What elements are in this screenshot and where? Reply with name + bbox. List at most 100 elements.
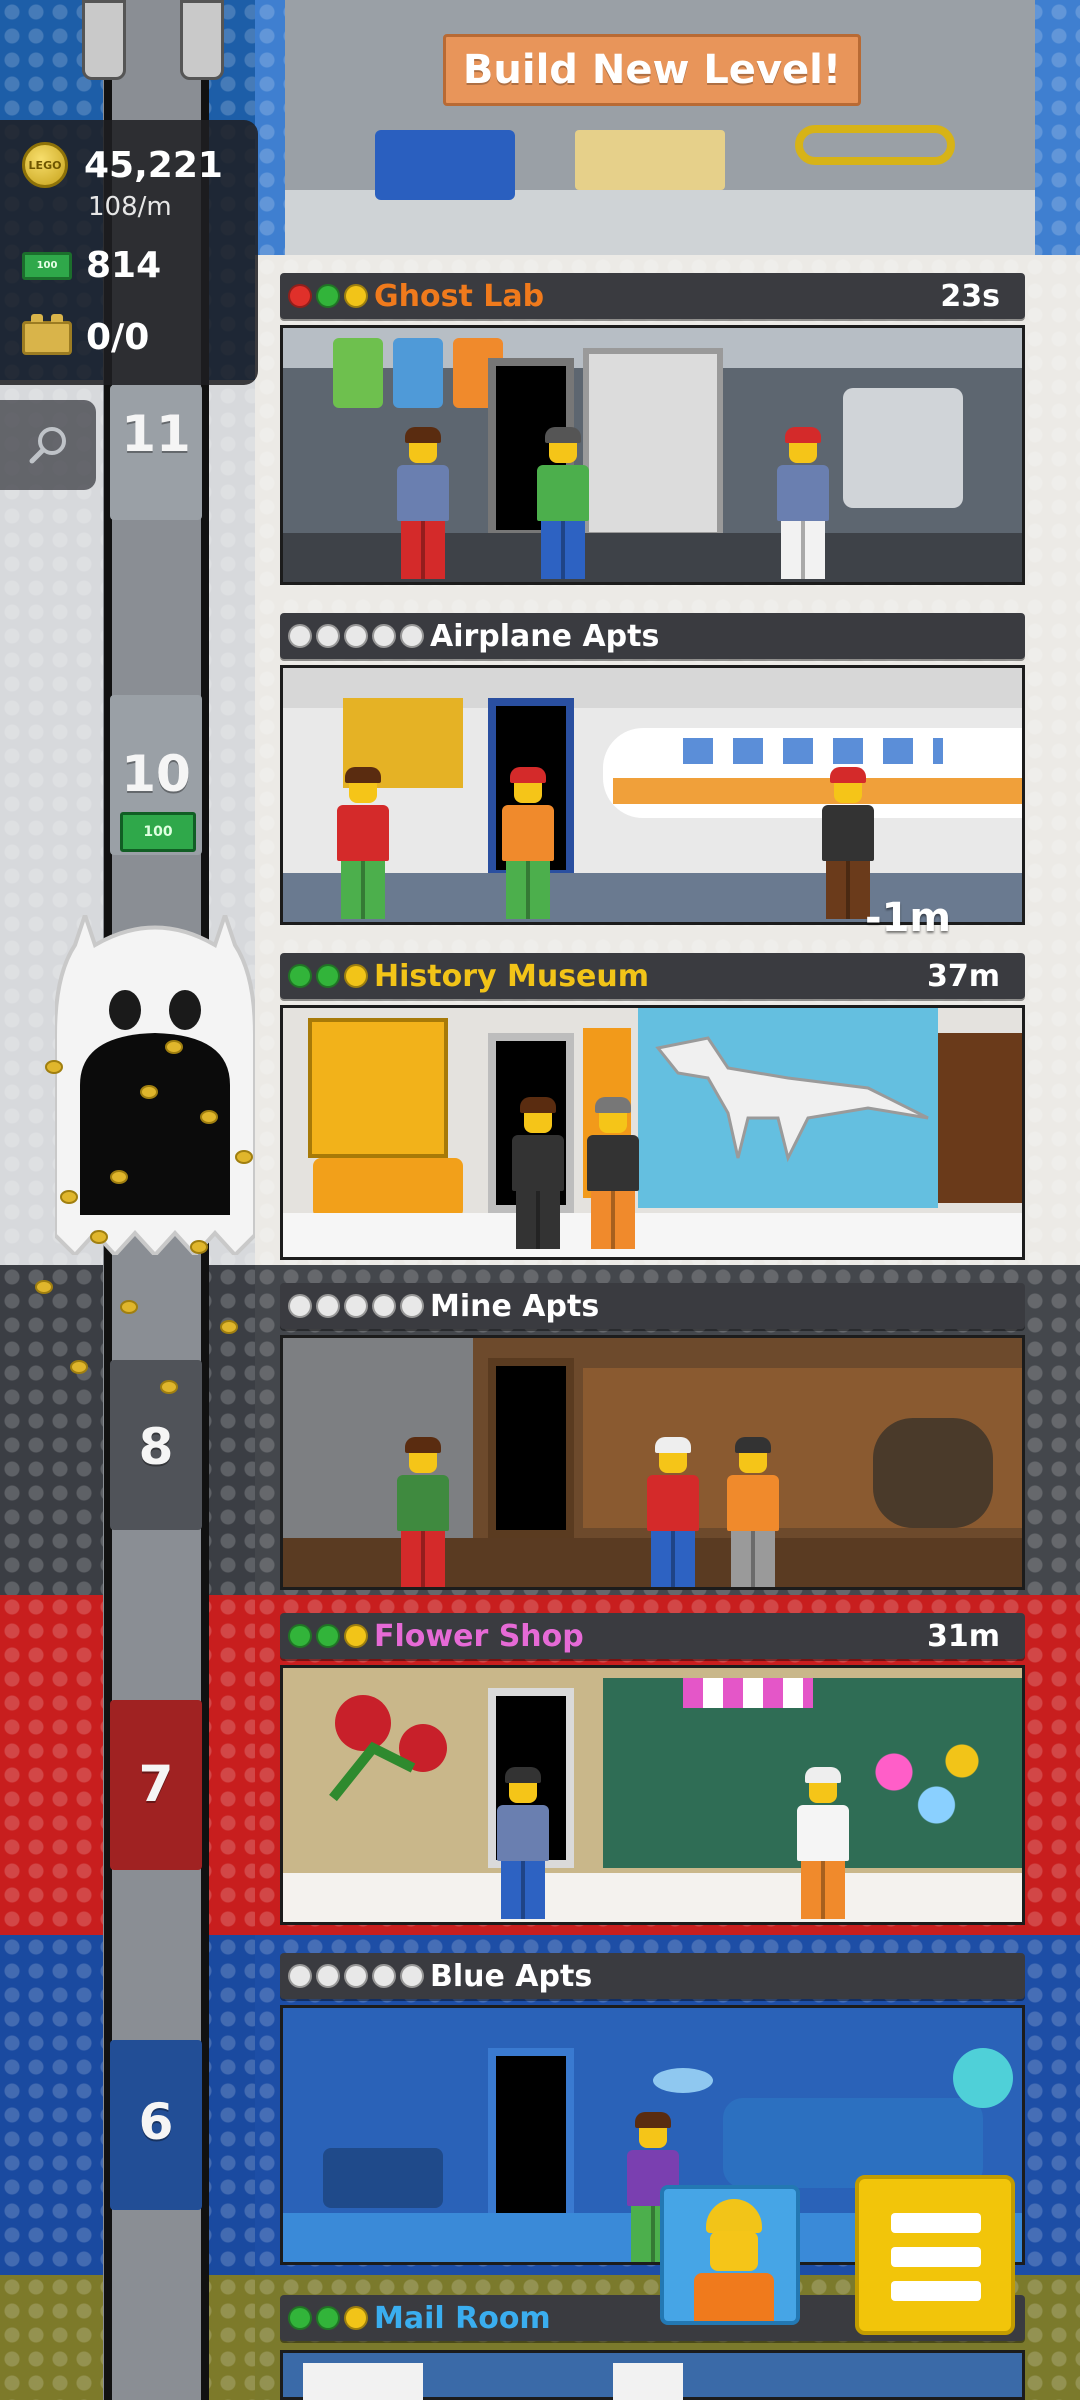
star-dot-empty-icon [288, 1964, 312, 1988]
falling-coin-icon [165, 1040, 183, 1054]
minifig[interactable] [498, 767, 558, 922]
coin-rate: 108/m [88, 192, 172, 222]
star-dot-green-icon [288, 964, 312, 988]
floor-banner[interactable]: Ghost Lab 23s [280, 273, 1025, 319]
floor-history-museum[interactable]: History Museum 37m [255, 935, 1080, 1265]
coin-counter: LEGO 45,221 [22, 142, 223, 188]
room-interior [280, 325, 1025, 585]
falling-coin-icon [110, 1170, 128, 1184]
coin-amount: 45,221 [84, 144, 223, 186]
floor-name: Flower Shop [374, 1618, 584, 1654]
floor-banner[interactable]: Airplane Apts [280, 613, 1025, 659]
star-rating [288, 1294, 424, 1318]
reception-desk-icon [313, 1158, 463, 1218]
floor-banner[interactable]: History Museum 37m [280, 953, 1025, 999]
game-scene: 11 10 100 8 7 6 Build New Level! Ghost L… [0, 0, 1080, 2400]
minifig[interactable] [643, 1437, 703, 1587]
room-door [488, 1358, 574, 1538]
ghost-machine-icon [843, 388, 963, 508]
star-dot-green-icon [316, 284, 340, 308]
star-dot-red-icon [288, 284, 312, 308]
minifig[interactable] [393, 1437, 453, 1587]
pulley-left-icon [82, 0, 126, 80]
floor-name: Airplane Apts [430, 618, 660, 654]
floor-name: Mine Apts [430, 1288, 600, 1324]
fish-icon [653, 2068, 713, 2093]
airplane-windows [683, 738, 943, 764]
construction-worker-icon [706, 2199, 762, 2233]
floor-flower-shop[interactable]: Flower Shop 31m [255, 1595, 1080, 1935]
falling-coin-icon [190, 1240, 208, 1254]
room-interior [280, 665, 1025, 925]
star-dot-empty-icon [372, 1294, 396, 1318]
falling-coin-icon [60, 1190, 78, 1204]
resource-hud: LEGO 45,221 108/m 100 814 0/0 [0, 120, 258, 385]
minifig[interactable] [393, 427, 453, 582]
bux-amount: 814 [86, 245, 162, 286]
minifig[interactable] [493, 1767, 553, 1922]
star-dot-yellow-icon [344, 2306, 368, 2330]
menu-icon [891, 2213, 981, 2233]
floor-number-11: 11 [121, 405, 191, 463]
mine-cart-icon [873, 1418, 993, 1528]
star-rating [288, 2306, 368, 2330]
falling-coin-icon [140, 1085, 158, 1099]
envelope-icon [613, 2363, 683, 2400]
floor-timer: 37m [926, 958, 1000, 994]
cash-note-icon[interactable]: 100 [120, 812, 196, 852]
floor-mine-apts[interactable]: Mine Apts [255, 1265, 1080, 1595]
star-dot-empty-icon [400, 1294, 424, 1318]
minifig[interactable] [773, 427, 833, 582]
room-interior [280, 2350, 1025, 2400]
falling-coin-icon [235, 1150, 253, 1164]
search-button[interactable] [0, 400, 96, 490]
floor-number-7: 7 [138, 1755, 174, 1813]
minifig[interactable] [583, 1097, 643, 1253]
star-dot-yellow-icon [344, 964, 368, 988]
star-dot-empty-icon [316, 624, 340, 648]
star-dot-green-icon [316, 2306, 340, 2330]
flower-bouquet-icon [843, 1728, 1013, 1838]
caveman-display-icon [938, 1033, 1022, 1203]
star-dot-empty-icon [344, 624, 368, 648]
dolphin-icon [953, 2048, 1013, 2108]
menu-button[interactable] [855, 2175, 1015, 2335]
floor-airplane-apts[interactable]: Airplane Apts -1m [255, 595, 1080, 941]
blue-tank-icon [393, 338, 443, 408]
star-dot-empty-icon [344, 1294, 368, 1318]
minifig[interactable] [723, 1437, 783, 1587]
lego-coin-icon: LEGO [22, 142, 68, 188]
containment-chamber-icon [583, 348, 723, 538]
pulley-right-icon [180, 0, 224, 80]
falling-coin-icon [160, 1380, 178, 1394]
falling-coin-icon [90, 1230, 108, 1244]
floor-number-10: 10 [121, 745, 191, 803]
star-dot-empty-icon [316, 1294, 340, 1318]
star-dot-empty-icon [344, 1964, 368, 1988]
crate-amount: 0/0 [86, 317, 150, 358]
star-dot-empty-icon [316, 1964, 340, 1988]
bux-icon: 100 [22, 251, 72, 280]
round-table-icon [323, 2148, 443, 2208]
minifig[interactable] [508, 1097, 568, 1253]
green-tank-icon [333, 338, 383, 408]
minifig[interactable] [333, 767, 393, 922]
minifig[interactable] [793, 1767, 853, 1922]
star-dot-empty-icon [400, 1964, 424, 1988]
ghost-elevator-icon[interactable] [53, 908, 257, 1258]
star-rating [288, 624, 424, 648]
falling-coin-icon [220, 1320, 238, 1334]
minifig[interactable] [533, 427, 593, 582]
floor-ghost-lab[interactable]: Ghost Lab 23s [255, 255, 1080, 595]
construction-worker-button[interactable] [660, 2185, 800, 2325]
floor-name: History Museum [374, 958, 650, 994]
floor-banner[interactable]: Blue Apts [280, 1953, 1025, 1999]
star-dot-green-icon [288, 2306, 312, 2330]
floor-banner[interactable]: Mine Apts [280, 1283, 1025, 1329]
room-interior [280, 1335, 1025, 1590]
build-new-level-button[interactable]: Build New Level! [443, 34, 861, 106]
star-rating [288, 1624, 368, 1648]
star-dot-yellow-icon [344, 284, 368, 308]
star-dot-green-icon [316, 964, 340, 988]
floor-banner[interactable]: Flower Shop 31m [280, 1613, 1025, 1659]
